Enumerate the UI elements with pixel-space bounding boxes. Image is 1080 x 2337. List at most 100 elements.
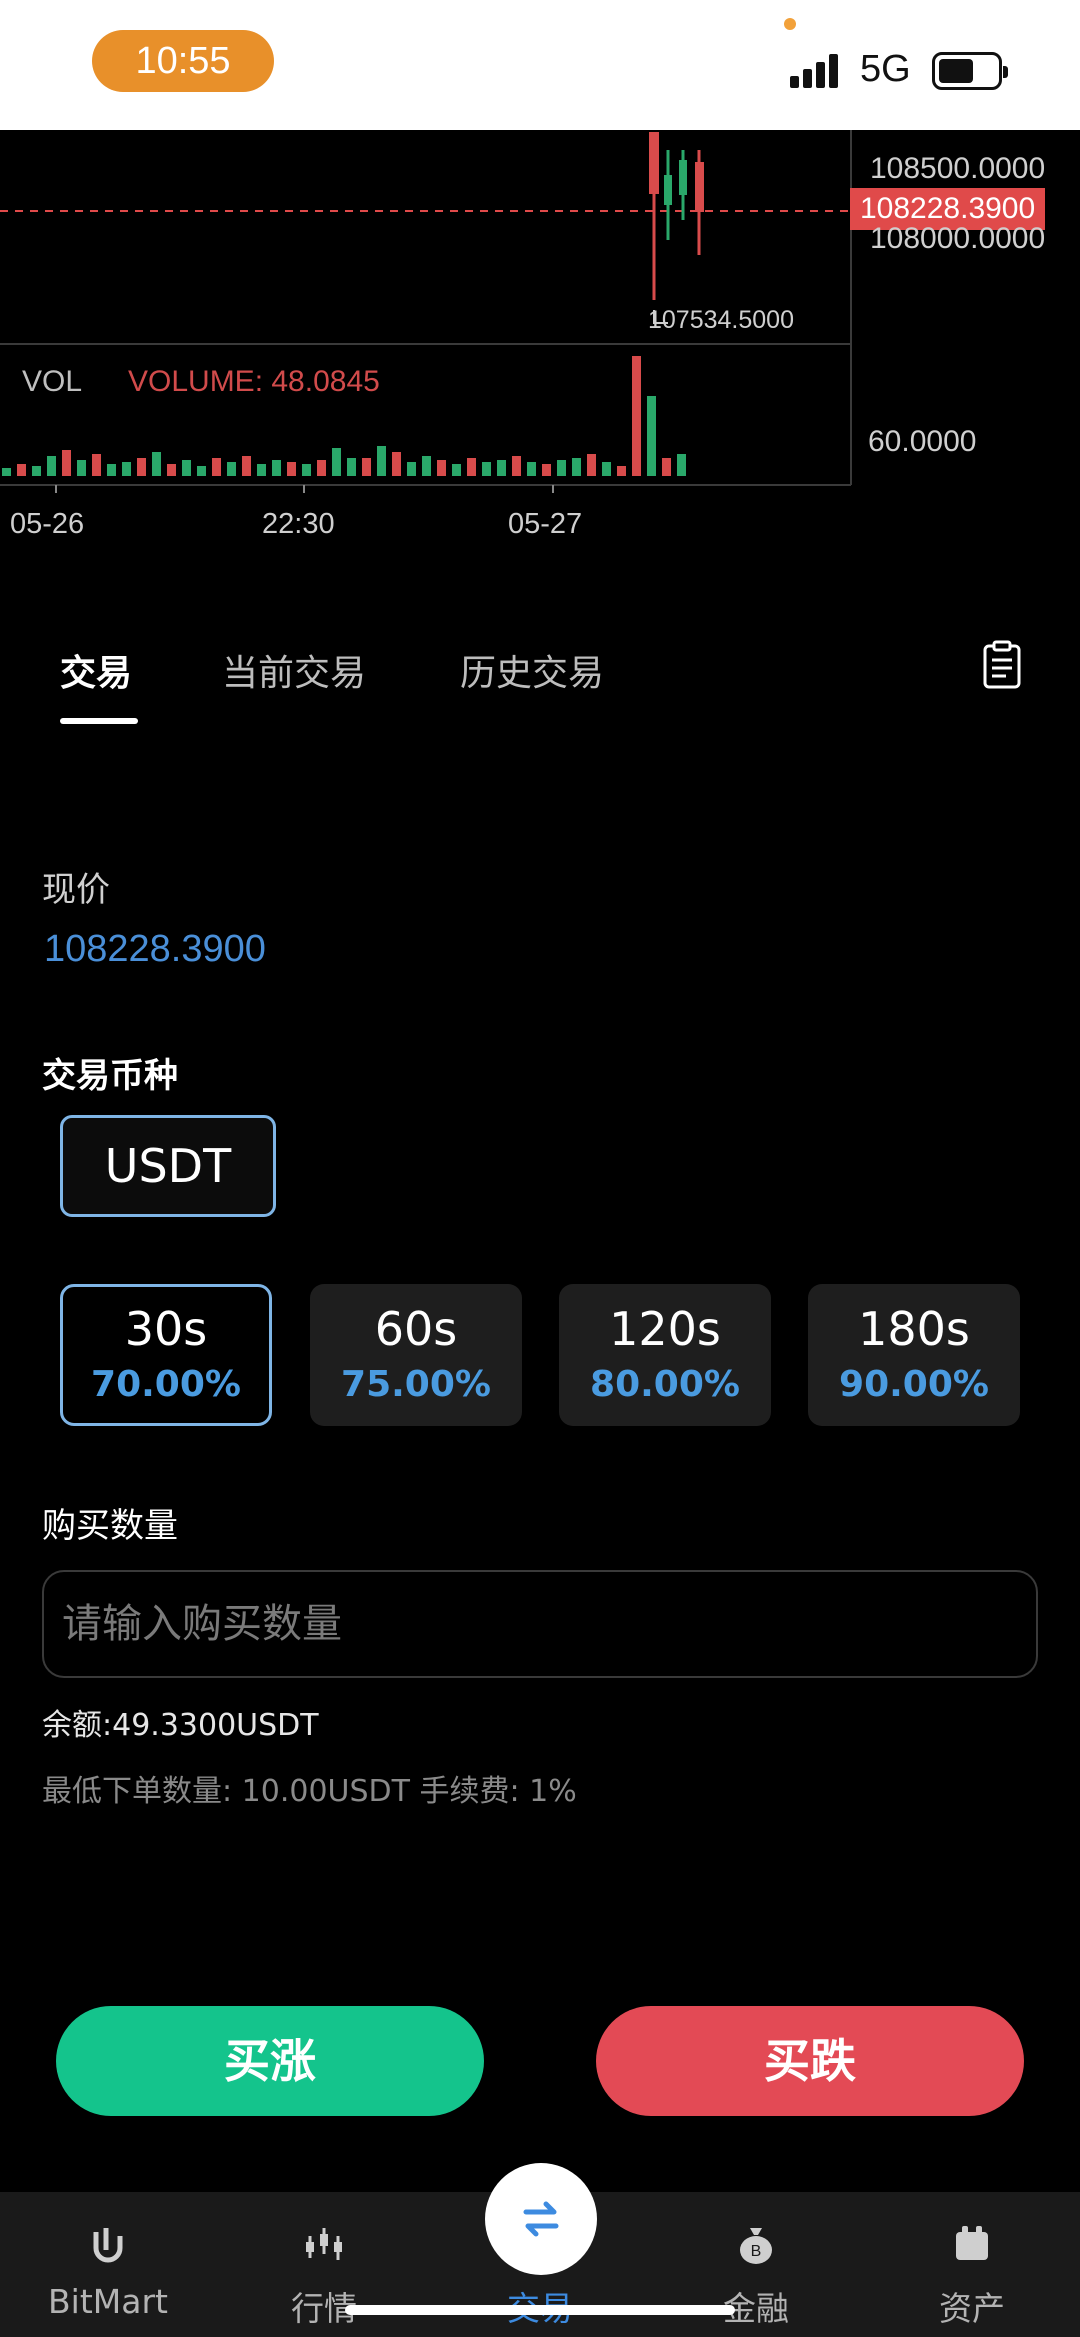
time-axis-label: 05-27: [508, 508, 583, 540]
nav-label: BitMart: [48, 2282, 168, 2321]
buy-up-button[interactable]: 买涨: [56, 2006, 484, 2116]
period-option-120s[interactable]: 120s 80.00%: [559, 1284, 771, 1426]
trade-fab-button[interactable]: [485, 2163, 597, 2275]
period-option-30s[interactable]: 30s 70.00%: [60, 1284, 272, 1426]
amount-input[interactable]: [44, 1572, 1036, 1676]
volume-bar: [392, 452, 401, 476]
volume-bar: [332, 448, 341, 476]
period-option-60s[interactable]: 60s 75.00%: [310, 1284, 522, 1426]
coin-label: 交易币种: [42, 1056, 178, 1096]
wallet-icon: [956, 2226, 988, 2260]
volume-bar: [512, 456, 521, 476]
money-bag-icon: B: [740, 2228, 772, 2264]
volume-bar: [617, 466, 626, 476]
candle: [649, 132, 659, 194]
volume-bar: [32, 466, 41, 476]
volume-bar: [227, 462, 236, 476]
period-option-180s[interactable]: 180s 90.00%: [808, 1284, 1020, 1426]
period-time: 60s: [374, 1302, 458, 1356]
volume-bar: [287, 462, 296, 476]
volume-bar: [122, 462, 131, 476]
volume-bar: [182, 460, 191, 476]
volume-bar: [167, 464, 176, 476]
volume-bar: [362, 458, 371, 476]
period-time: 120s: [609, 1302, 721, 1356]
vol-indicator-label[interactable]: VOL: [22, 365, 82, 399]
amount-label: 购买数量: [42, 1506, 178, 1546]
kline-chart[interactable]: 108500.0000 108228.3900 108000.0000 1075…: [0, 130, 1080, 550]
volume-bar: [632, 356, 641, 476]
volume-bar: [197, 466, 206, 476]
status-bar: 10:55 5G: [0, 0, 1080, 130]
volume-bar: [77, 460, 86, 476]
volume-bar: [572, 458, 581, 476]
candle: [664, 175, 672, 205]
tab-trade[interactable]: 交易: [60, 644, 132, 696]
bitmart-logo-icon: [93, 2228, 123, 2263]
order-list-icon[interactable]: [982, 640, 1022, 690]
status-time: 10:55: [92, 30, 274, 92]
low-price-marker: 107534.5000: [648, 306, 794, 334]
volume-bar: [47, 456, 56, 476]
volume-bar: [437, 460, 446, 476]
volume-bar: [587, 454, 596, 476]
coin-select-button[interactable]: USDT: [60, 1115, 276, 1217]
volume-bar: [542, 464, 551, 476]
price-axis-lower: 108000.0000: [870, 222, 1046, 255]
volume-bar: [452, 464, 461, 476]
volume-bar: [662, 458, 671, 476]
tab-history-trades[interactable]: 历史交易: [460, 644, 604, 696]
volume-bar: [92, 454, 101, 476]
volume-bar: [137, 458, 146, 476]
period-rate: 80.00%: [590, 1364, 740, 1405]
period-rate: 90.00%: [839, 1364, 989, 1405]
volume-bar: [482, 462, 491, 476]
min-order-fee-text: 最低下单数量: 10.00USDT 手续费: 1%: [42, 1774, 577, 1809]
volume-bar: [212, 458, 221, 476]
candles: [649, 132, 704, 300]
battery-icon: [932, 52, 1008, 90]
period-rate: 75.00%: [341, 1364, 491, 1405]
volume-bar: [497, 460, 506, 476]
nav-item-market[interactable]: 行情: [216, 2192, 432, 2337]
volume-bar: [17, 464, 26, 476]
current-price-value: 108228.3900: [44, 928, 266, 970]
tab-current-trades[interactable]: 当前交易: [222, 644, 366, 696]
volume-bar: [377, 446, 386, 476]
volume-bar: [422, 456, 431, 476]
candle: [679, 160, 687, 195]
market-icon: [306, 2228, 342, 2260]
volume-bar: [272, 460, 281, 476]
volume-bar: [557, 460, 566, 476]
candle: [695, 162, 704, 212]
volume-bar: [347, 458, 356, 476]
volume-bar: [647, 396, 656, 476]
swap-icon: [523, 2201, 559, 2237]
time-axis-label: 22:30: [262, 508, 335, 540]
recording-indicator-dot: [784, 18, 796, 30]
volume-value-label: VOLUME: 48.0845: [128, 365, 380, 398]
volume-bar: [467, 458, 476, 476]
volume-bar: [407, 462, 416, 476]
volume-bar: [152, 452, 161, 476]
volume-bar: [62, 450, 71, 476]
nav-item-finance[interactable]: B 金融: [648, 2192, 864, 2337]
volume-bar: [317, 460, 326, 476]
volume-bar: [527, 462, 536, 476]
nav-item-bitmart[interactable]: BitMart: [0, 2192, 216, 2337]
current-price-label: 现价: [42, 870, 110, 910]
price-axis-upper: 108500.0000: [870, 152, 1046, 185]
volume-bar: [602, 462, 611, 476]
tab-active-indicator: [60, 718, 138, 724]
volume-bar: [107, 464, 116, 476]
home-indicator: [345, 2305, 735, 2315]
volume-axis-label: 60.0000: [868, 425, 977, 458]
balance-text: 余额:49.3300USDT: [42, 1708, 319, 1743]
nav-label: 资产: [939, 2289, 1005, 2328]
volume-bar: [2, 468, 11, 476]
nav-item-assets[interactable]: 资产: [864, 2192, 1080, 2337]
buy-down-button[interactable]: 买跌: [596, 2006, 1024, 2116]
amount-field[interactable]: [42, 1570, 1038, 1678]
volume-bar: [302, 464, 311, 476]
trade-tabs: 交易 当前交易 历史交易: [0, 630, 1080, 730]
